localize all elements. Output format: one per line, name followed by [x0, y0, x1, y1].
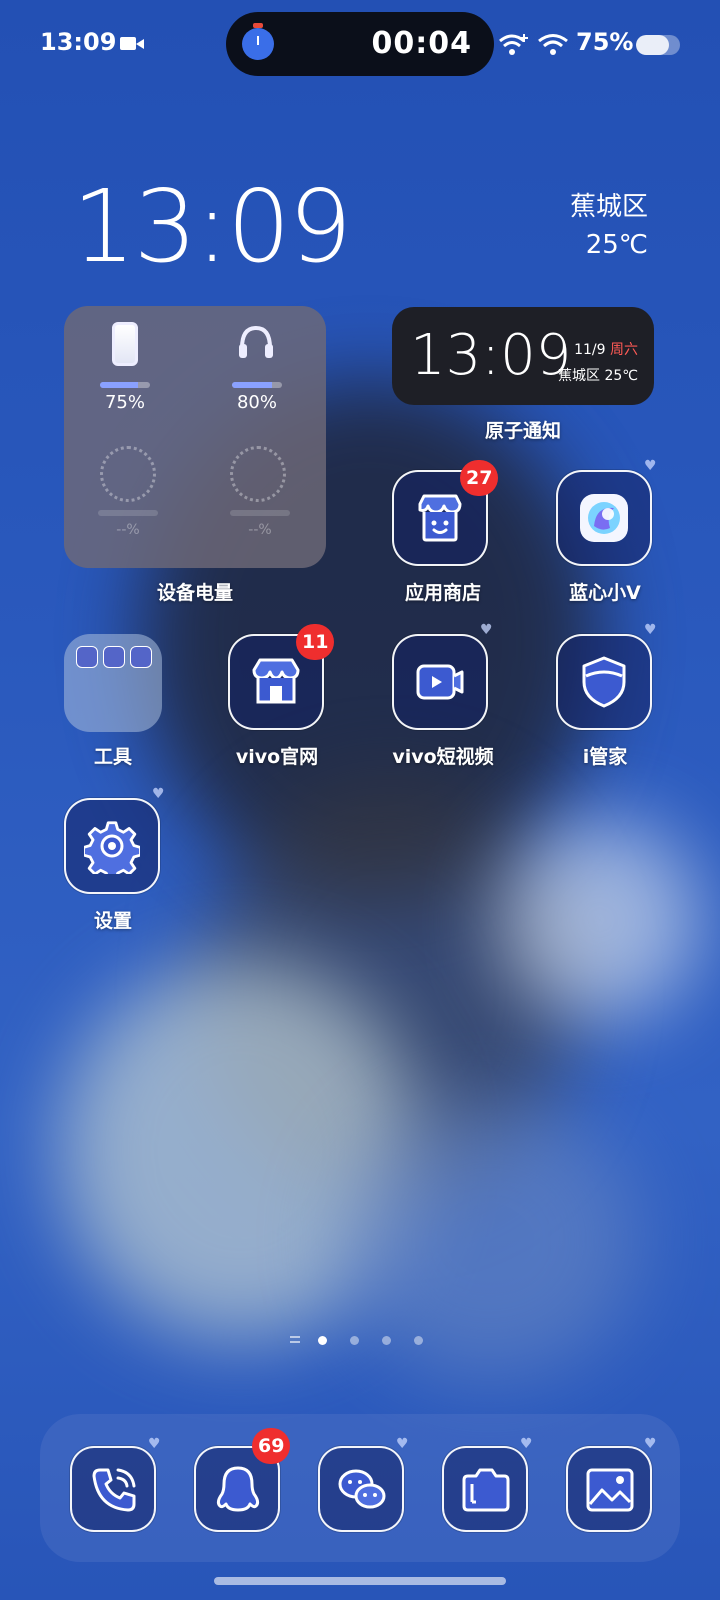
atomic-notification-widget[interactable]: 13:09 11/9 周六 蕉城区 25℃: [392, 307, 654, 405]
headphones-battery-fill: [232, 382, 272, 388]
widget-time: 13:09: [410, 323, 572, 388]
battery-percent: 75%: [576, 28, 634, 56]
gallery-app[interactable]: ♥: [566, 1436, 657, 1532]
qq-app[interactable]: 69: [194, 1428, 291, 1532]
phone-battery-pct: 75%: [104, 392, 145, 413]
wifi-icon: [538, 34, 568, 55]
bluev-app[interactable]: ♥: [556, 458, 657, 566]
headphones-battery-pct: 80%: [236, 392, 277, 413]
favorite-heart-icon: ♥: [152, 786, 165, 802]
app-label: 设置: [93, 910, 132, 932]
device-battery-widget[interactable]: 75% 80% --% --%: [64, 306, 326, 568]
app-label: vivo官网: [235, 746, 319, 768]
favorite-heart-icon: ♥: [480, 622, 493, 638]
app-label: 蓝心小V: [569, 582, 641, 604]
settings-app[interactable]: ♥: [64, 786, 165, 894]
phone-app[interactable]: ♥: [70, 1436, 161, 1532]
empty-slot-bar: [98, 510, 158, 516]
battery-level-fill: [636, 35, 669, 55]
widget-date: 11/9 周六: [574, 339, 638, 359]
empty-slot-pct: --%: [248, 522, 272, 538]
notification-badge: 27: [460, 460, 499, 496]
widget-label: 原子通知: [484, 420, 561, 442]
wechat-icon: [338, 1469, 386, 1509]
location-name: 蕉城区: [569, 192, 648, 222]
calendar-icon: [130, 646, 152, 668]
stopwatch-icon: [242, 23, 274, 60]
qq-icon: [216, 1466, 260, 1512]
camera-app[interactable]: ♥: [442, 1436, 533, 1532]
headphones-icon: [239, 325, 273, 358]
headphones-battery-bar: [232, 382, 282, 388]
status-bar: 13:09 00:04 75%: [0, 0, 720, 90]
phone-icon: [112, 322, 138, 366]
tools-folder[interactable]: [64, 634, 162, 732]
weather-location[interactable]: 蕉城区 25℃: [570, 188, 648, 264]
empty-slot-icon: [230, 446, 286, 502]
page-dot[interactable]: [350, 1336, 359, 1345]
temperature: 25℃: [585, 230, 648, 260]
wifi-plus-icon: [499, 34, 528, 55]
app-label: i管家: [582, 746, 628, 768]
gear-icon: [84, 821, 140, 874]
status-time: 13:09: [40, 28, 117, 56]
home-indicator[interactable]: [214, 1577, 506, 1585]
phone-battery-bar: [100, 382, 150, 388]
widget-weekday: 周六: [610, 342, 638, 358]
timer-value: 00:04: [371, 26, 472, 61]
shield-icon: [582, 656, 626, 708]
vivo-website-app[interactable]: 11: [228, 624, 335, 730]
widget-date-day: 11/9: [574, 342, 606, 358]
page-dot[interactable]: [382, 1336, 391, 1345]
phone-call-icon: [92, 1468, 136, 1512]
favorite-heart-icon: ♥: [520, 1436, 533, 1452]
pen-icon: [103, 646, 125, 668]
umbrella-icon: [76, 646, 98, 668]
app-list-indicator[interactable]: [290, 1336, 300, 1343]
phone-battery-fill: [100, 382, 138, 388]
video-icon: [416, 664, 464, 700]
favorite-heart-icon: ♥: [148, 1436, 161, 1452]
app-label: 工具: [93, 746, 132, 768]
battery-icon: [636, 35, 680, 55]
vivo-video-app[interactable]: ♥: [392, 622, 493, 730]
page-dot[interactable]: [414, 1336, 423, 1345]
widget-label: 设备电量: [156, 582, 233, 604]
wallpaper-light: [500, 820, 700, 1020]
widget-location: 蕉城区 25℃: [558, 368, 638, 384]
store-face-icon: [418, 494, 462, 542]
camera-icon: [462, 1468, 510, 1512]
page-dot-active[interactable]: [318, 1336, 327, 1345]
wechat-app[interactable]: ♥: [318, 1436, 409, 1532]
empty-slot-bar: [230, 510, 290, 516]
app-label: 应用商店: [404, 582, 481, 604]
favorite-heart-icon: ♥: [396, 1436, 409, 1452]
home-clock[interactable]: 13:09: [72, 168, 352, 285]
gallery-icon: [586, 1468, 634, 1512]
app-store-app[interactable]: 27: [392, 460, 499, 566]
storefront-icon: [252, 658, 300, 704]
app-label: vivo短视频: [392, 746, 494, 768]
timer-capsule[interactable]: 00:04: [226, 12, 494, 76]
notification-badge: 11: [296, 624, 335, 660]
notification-badge: 69: [252, 1428, 291, 1464]
favorite-heart-icon: ♥: [644, 1436, 657, 1452]
favorite-heart-icon: ♥: [644, 458, 657, 474]
iguanjia-app[interactable]: ♥: [556, 622, 657, 730]
screen-record-icon: [120, 37, 144, 50]
empty-slot-icon: [100, 446, 156, 502]
favorite-heart-icon: ♥: [644, 622, 657, 638]
bluev-icon: [580, 494, 628, 542]
empty-slot-pct: --%: [116, 522, 140, 538]
